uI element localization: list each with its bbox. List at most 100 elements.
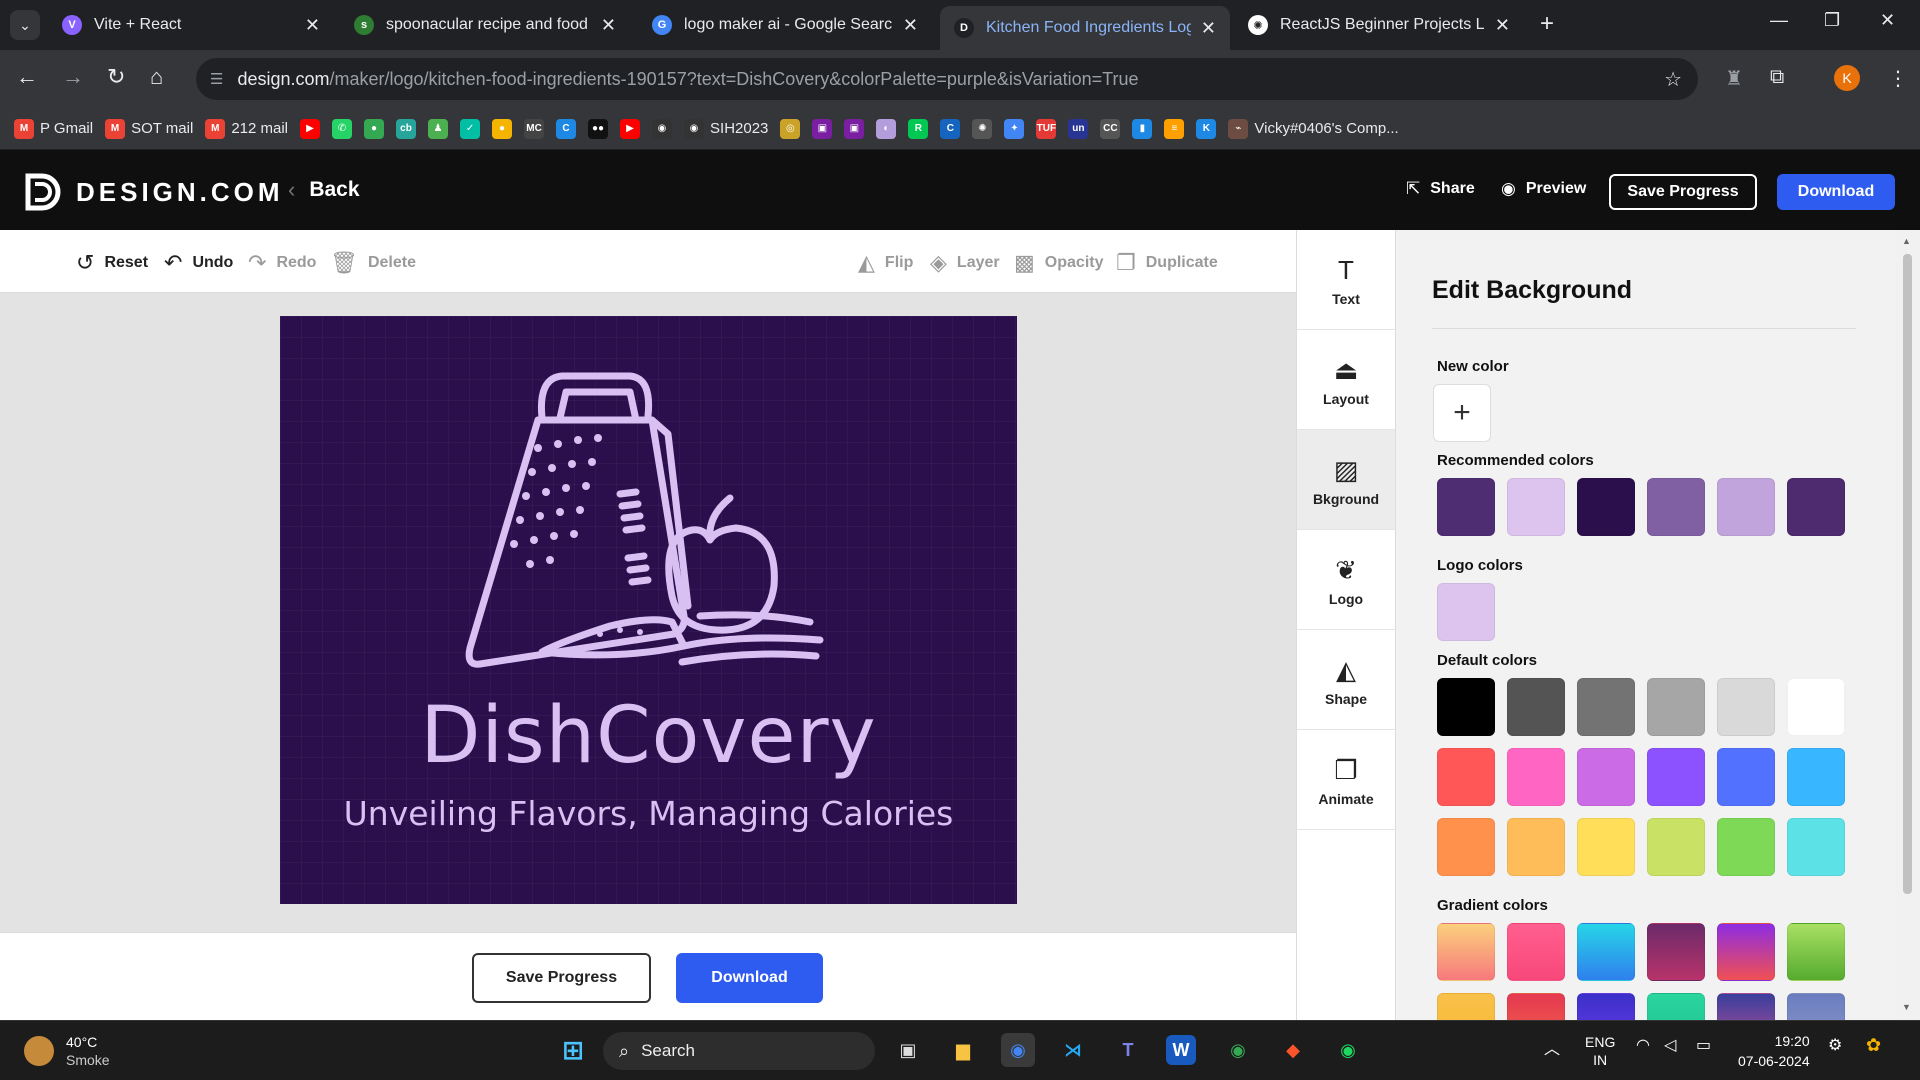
recommended-color-swatch[interactable] bbox=[1577, 478, 1635, 536]
flip-button[interactable]: ◭ Flip bbox=[858, 250, 913, 276]
chrome-icon[interactable]: ◉ bbox=[1001, 1033, 1035, 1067]
undo-button[interactable]: ↶ Undo bbox=[164, 250, 233, 276]
bookmark-item[interactable]: M P Gmail bbox=[14, 118, 93, 139]
recommended-color-swatch[interactable] bbox=[1647, 478, 1705, 536]
browser-tab[interactable]: Glogo maker ai - Google Search ✕ bbox=[638, 6, 932, 44]
bookmark-item[interactable]: C bbox=[940, 118, 961, 139]
browser-tab[interactable]: D Kitchen Food Ingredients Logo ✕ bbox=[940, 6, 1230, 50]
language-indicator[interactable]: ENG IN bbox=[1585, 1033, 1615, 1069]
download-button[interactable]: Download bbox=[676, 953, 823, 1003]
bookmark-item[interactable]: M 212 mail bbox=[205, 118, 288, 139]
redo-button[interactable]: ↷ Redo bbox=[248, 250, 316, 276]
bookmark-item[interactable]: ✺ bbox=[972, 118, 993, 139]
default-color-swatch[interactable] bbox=[1717, 678, 1775, 736]
gradient-color-swatch[interactable] bbox=[1577, 923, 1635, 981]
bookmark-item[interactable]: ▶ bbox=[300, 118, 321, 139]
gradient-color-swatch[interactable] bbox=[1437, 993, 1495, 1020]
bookmark-item[interactable]: ▣ bbox=[812, 118, 833, 139]
logo-canvas[interactable]: DishCovery Unveiling Flavors, Managing C… bbox=[280, 316, 1017, 904]
bookmark-star-icon[interactable]: ☆ bbox=[1664, 67, 1682, 92]
side-tool-bkground[interactable]: ▨ Bkground bbox=[1297, 430, 1395, 530]
extensions-puzzle-icon[interactable]: ⧉ bbox=[1770, 66, 1784, 89]
default-color-swatch[interactable] bbox=[1507, 818, 1565, 876]
opacity-button[interactable]: ▩ Opacity bbox=[1014, 250, 1103, 276]
reset-button[interactable]: ↺ Reset bbox=[76, 250, 148, 276]
preview-button[interactable]: ◉ Preview bbox=[1501, 179, 1586, 199]
wifi-icon[interactable]: ◠ bbox=[1636, 1035, 1650, 1055]
gradient-color-swatch[interactable] bbox=[1717, 993, 1775, 1020]
bookmark-item[interactable]: ◎ bbox=[780, 118, 801, 139]
bookmark-item[interactable]: CC bbox=[1100, 118, 1121, 139]
back-button[interactable]: ‹ Back bbox=[288, 177, 360, 203]
extension-icon[interactable]: ♜ bbox=[1725, 66, 1743, 91]
forward-arrow-icon[interactable]: → bbox=[62, 64, 84, 90]
bookmark-item[interactable]: R bbox=[908, 118, 929, 139]
bookmark-item[interactable]: ♟ bbox=[428, 118, 449, 139]
header-save-progress-button[interactable]: Save Progress bbox=[1609, 174, 1757, 210]
default-color-swatch[interactable] bbox=[1647, 678, 1705, 736]
brave-icon[interactable]: ◆ bbox=[1276, 1033, 1310, 1067]
recommended-color-swatch[interactable] bbox=[1717, 478, 1775, 536]
side-tool-animate[interactable]: ❐ Animate bbox=[1297, 730, 1395, 830]
logo-tagline-text[interactable]: Unveiling Flavors, Managing Calories bbox=[280, 794, 1017, 833]
side-tool-shape[interactable]: ◭ Shape bbox=[1297, 630, 1395, 730]
copilot-icon[interactable]: ✿ bbox=[1866, 1035, 1881, 1056]
default-color-swatch[interactable] bbox=[1717, 818, 1775, 876]
bookmark-item[interactable]: ≡ bbox=[1164, 118, 1185, 139]
new-tab-button[interactable]: + bbox=[1540, 10, 1554, 38]
default-color-swatch[interactable] bbox=[1787, 748, 1845, 806]
bookmark-item[interactable]: ✓ bbox=[460, 118, 481, 139]
recommended-color-swatch[interactable] bbox=[1787, 478, 1845, 536]
battery-icon[interactable]: ▭ bbox=[1696, 1035, 1711, 1055]
task-view-icon[interactable]: ▣ bbox=[891, 1033, 925, 1067]
bookmark-item[interactable]: ⌁ Vicky#0406's Comp... bbox=[1228, 118, 1399, 139]
default-color-swatch[interactable] bbox=[1647, 748, 1705, 806]
gradient-color-swatch[interactable] bbox=[1787, 923, 1845, 981]
side-tool-text[interactable]: T Text bbox=[1297, 230, 1395, 330]
site-info-icon[interactable]: ☰ bbox=[210, 70, 223, 88]
bookmark-item[interactable]: M SOT mail bbox=[105, 118, 193, 139]
tab-close-icon[interactable]: ✕ bbox=[1201, 18, 1216, 39]
tab-close-icon[interactable]: ✕ bbox=[1495, 15, 1510, 36]
teams-icon[interactable]: T bbox=[1111, 1033, 1145, 1067]
bookmark-item[interactable]: un bbox=[1068, 118, 1089, 139]
side-tool-logo[interactable]: ❦ Logo bbox=[1297, 530, 1395, 630]
save-progress-button[interactable]: Save Progress bbox=[472, 953, 651, 1003]
spotify-icon[interactable]: ◉ bbox=[1331, 1033, 1365, 1067]
bookmark-item[interactable]: ◉ SIH2023 bbox=[684, 118, 768, 139]
add-color-button[interactable]: + bbox=[1433, 384, 1491, 442]
bookmark-item[interactable]: ●● bbox=[588, 118, 609, 139]
scroll-up-icon[interactable]: ▲ bbox=[1902, 236, 1911, 246]
default-color-swatch[interactable] bbox=[1787, 818, 1845, 876]
default-color-swatch[interactable] bbox=[1787, 678, 1845, 736]
tab-close-icon[interactable]: ✕ bbox=[903, 15, 918, 36]
tab-close-icon[interactable]: ✕ bbox=[305, 15, 320, 36]
weather-widget[interactable]: 40°C Smoke bbox=[24, 1033, 110, 1069]
delete-button[interactable]: 🗑 Delete bbox=[330, 250, 416, 276]
logo-title-text[interactable]: DishCovery bbox=[280, 691, 1017, 781]
back-arrow-icon[interactable]: ← bbox=[16, 64, 38, 90]
reload-icon[interactable]: ↻ bbox=[107, 64, 125, 90]
side-tool-layout[interactable]: ⏏ Layout bbox=[1297, 330, 1395, 430]
omnibox[interactable]: ☰ design.com/maker/logo/kitchen-food-ing… bbox=[196, 58, 1698, 100]
browser-tab[interactable]: s spoonacular recipe and food AI ✕ bbox=[340, 6, 630, 44]
bookmark-item[interactable]: K bbox=[1196, 118, 1217, 139]
gradient-color-swatch[interactable] bbox=[1647, 993, 1705, 1020]
tab-close-icon[interactable]: ✕ bbox=[601, 15, 616, 36]
start-icon[interactable]: ⊞ bbox=[556, 1033, 590, 1067]
panel-scrollbar[interactable]: ▲ ▼ bbox=[1896, 230, 1920, 1020]
duplicate-button[interactable]: ❐ Duplicate bbox=[1116, 250, 1218, 276]
bookmark-item[interactable]: ◉ bbox=[652, 118, 673, 139]
bookmark-item[interactable]: ● bbox=[492, 118, 513, 139]
vscode-icon[interactable]: ⋊ bbox=[1056, 1033, 1090, 1067]
share-button[interactable]: ⇱ Share bbox=[1406, 179, 1475, 199]
browser-tab[interactable]: ✺ ReactJS Beginner Projects List ✕ bbox=[1234, 6, 1524, 44]
url-text[interactable]: design.com/maker/logo/kitchen-food-ingre… bbox=[237, 69, 1138, 90]
chrome-alt-icon[interactable]: ◉ bbox=[1221, 1033, 1255, 1067]
bookmark-item[interactable]: ✆ bbox=[332, 118, 353, 139]
default-color-swatch[interactable] bbox=[1437, 818, 1495, 876]
default-color-swatch[interactable] bbox=[1577, 678, 1635, 736]
recommended-color-swatch[interactable] bbox=[1437, 478, 1495, 536]
bookmark-item[interactable]: cb bbox=[396, 118, 417, 139]
gradient-color-swatch[interactable] bbox=[1437, 923, 1495, 981]
